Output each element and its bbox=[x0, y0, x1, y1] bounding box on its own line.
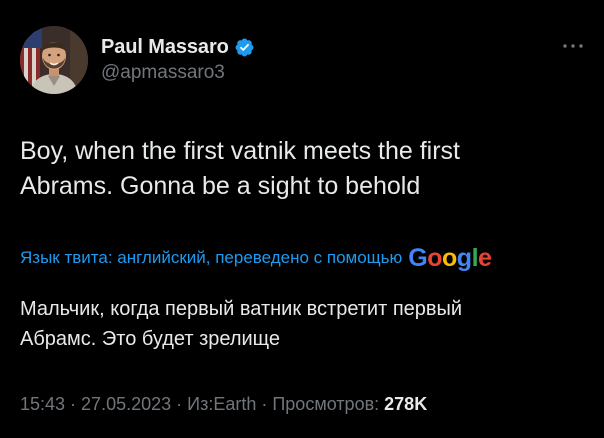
author-handle[interactable]: @apmassaro3 bbox=[101, 62, 225, 84]
translated-text-line: Мальчик, когда первый ватник встретит пе… bbox=[20, 298, 463, 320]
meta-separator: · bbox=[65, 394, 82, 414]
translated-text-line: Абрамс. Это будет зрелище bbox=[20, 328, 281, 350]
google-logo: Google bbox=[408, 244, 492, 272]
avatar[interactable] bbox=[20, 26, 88, 94]
tweet-text-line: Boy, when the first vatnik meets the fir… bbox=[20, 137, 460, 165]
more-options-icon[interactable] bbox=[562, 38, 584, 48]
translation-note: Язык твита: английский, переведено с пом… bbox=[20, 244, 492, 272]
google-logo-letter: o bbox=[427, 244, 443, 272]
tweet-date[interactable]: 27.05.2023 bbox=[81, 394, 171, 414]
tweet-time[interactable]: 15:43 bbox=[20, 394, 65, 414]
verified-badge-icon[interactable] bbox=[234, 37, 255, 58]
views-label: Просмотров: bbox=[272, 394, 380, 414]
tweet-text: Boy, when the first vatnik meets the fir… bbox=[20, 134, 580, 204]
author-name-row: Paul Massaro bbox=[101, 34, 255, 60]
views-count[interactable]: 278K bbox=[384, 394, 427, 414]
tweet-detail: Paul Massaro @apmassaro3 Boy, when the f… bbox=[0, 0, 604, 438]
tweet-meta: 15:43 · 27.05.2023 · Из:Earth · Просмотр… bbox=[20, 394, 427, 415]
meta-separator: · bbox=[256, 394, 273, 414]
avatar-photo bbox=[20, 26, 88, 94]
translation-label[interactable]: Язык твита: английский, переведено с пом… bbox=[20, 248, 402, 268]
meta-separator: · bbox=[171, 394, 188, 414]
google-logo-letter: e bbox=[478, 244, 492, 272]
tweet-text-line: Abrams. Gonna be a sight to behold bbox=[20, 172, 421, 200]
google-logo-letter: g bbox=[456, 244, 472, 272]
display-name[interactable]: Paul Massaro bbox=[101, 36, 229, 59]
translated-text: Мальчик, когда первый ватник встретит пе… bbox=[20, 294, 584, 354]
google-logo-letter: o bbox=[442, 244, 457, 272]
google-logo-letter: G bbox=[408, 244, 428, 272]
tweet-source: Из:Earth bbox=[187, 394, 257, 414]
